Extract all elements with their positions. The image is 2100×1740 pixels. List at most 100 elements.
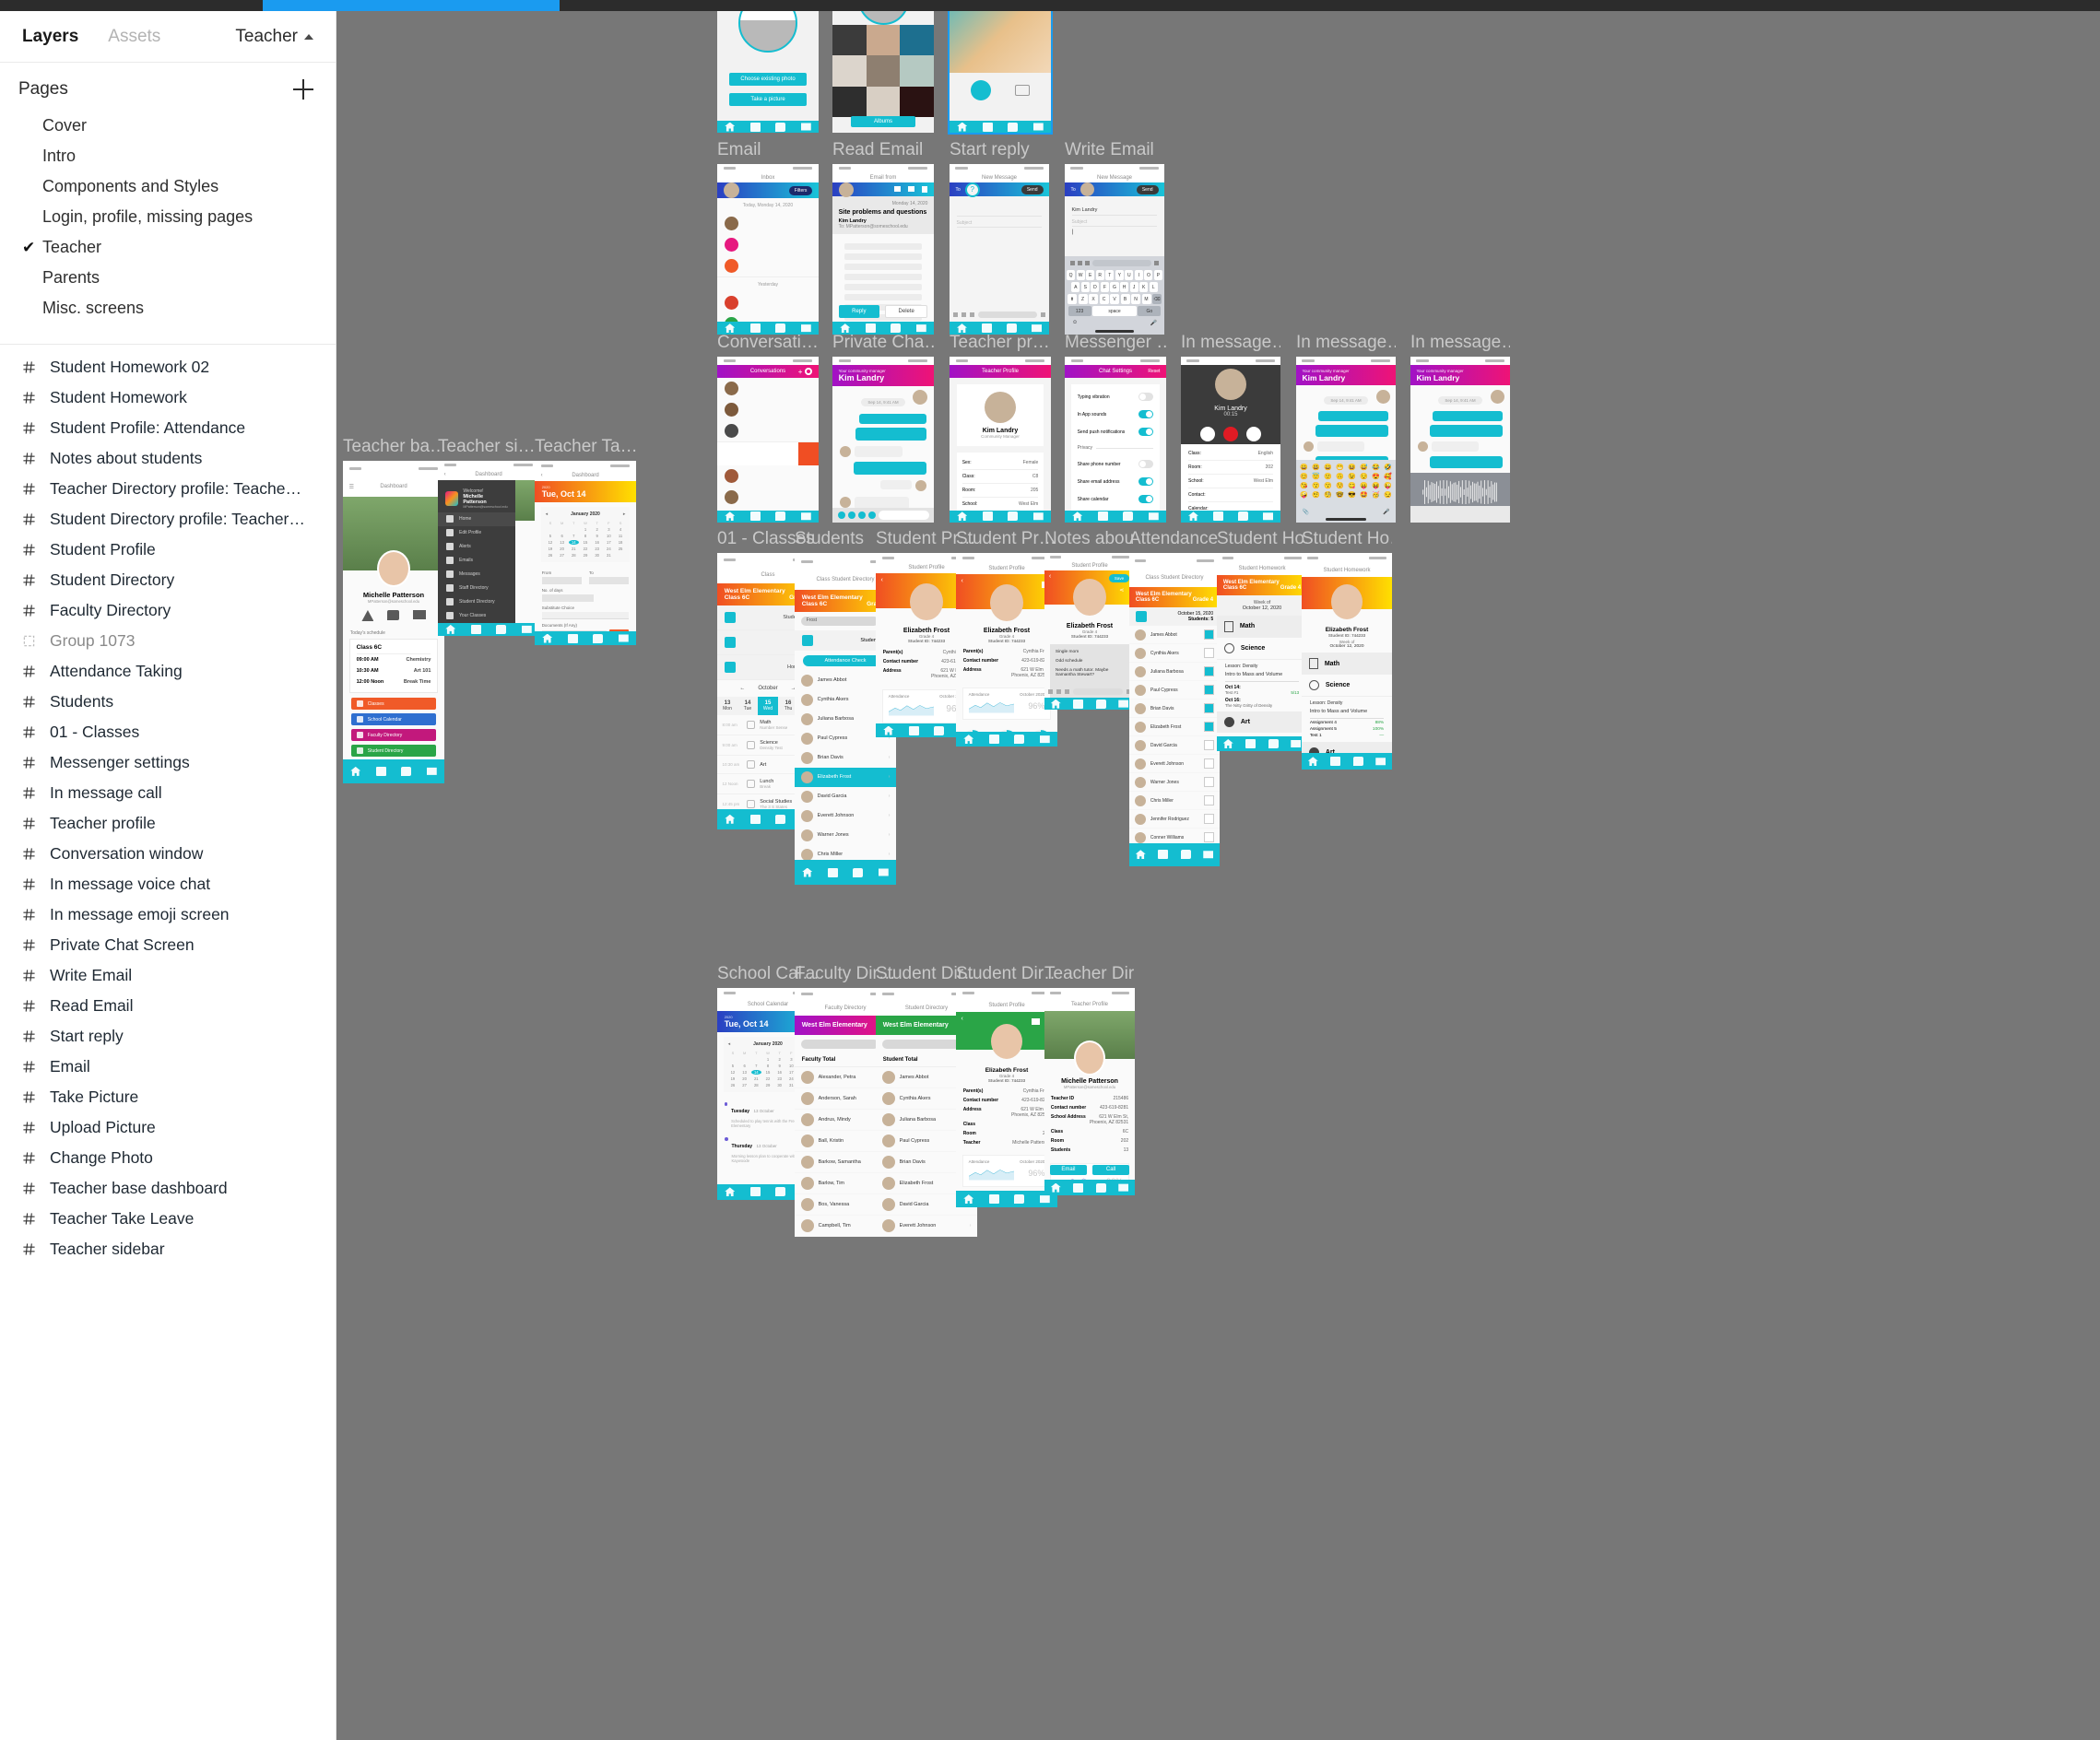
from-field[interactable] xyxy=(541,577,582,584)
albums-button[interactable]: Albums xyxy=(850,116,916,127)
emoji-icon[interactable] xyxy=(857,511,866,519)
mail-icon[interactable] xyxy=(1032,512,1044,521)
home-icon[interactable] xyxy=(1050,1182,1061,1193)
subject-field[interactable]: Subject xyxy=(956,217,1043,229)
toggle-switch[interactable] xyxy=(1138,477,1154,487)
emoji-keyboard[interactable]: 😀 😃 😄 😁 😆 😅 😂 🤣 😊 😇 🙂 🙃 😉 😌 😍 🥰 😘 😗 😙 😚 😋 😛 😝 😜 🤪 🤨 🧐 🤓 😎 🤩 🥳 😏 📎 🎤 xyxy=(1296,459,1396,523)
frame-student-homework-02[interactable]: Student Ho… Student Homework Elizabeth Fr… xyxy=(1302,529,1392,770)
home-icon[interactable] xyxy=(725,323,736,334)
tab-bar[interactable] xyxy=(343,758,444,783)
layer-item-group-1073[interactable]: Group 1073 xyxy=(0,626,336,656)
attendance-checkbox[interactable] xyxy=(1204,685,1215,696)
mail-icon[interactable] xyxy=(1203,851,1214,859)
frame-label[interactable]: Teacher Ta… xyxy=(535,437,636,457)
camera-icon[interactable] xyxy=(971,79,991,100)
student-row[interactable]: Warner Jones › xyxy=(795,826,896,845)
chat-icon[interactable] xyxy=(401,766,412,776)
calendar-icon[interactable] xyxy=(1073,699,1084,709)
chat-icon[interactable] xyxy=(1008,511,1019,522)
layer-item-student-homework[interactable]: Student Homework xyxy=(0,382,336,413)
home-icon[interactable] xyxy=(1050,699,1061,709)
tab-bar[interactable] xyxy=(717,510,819,523)
calendar-day[interactable] xyxy=(728,1057,738,1062)
layer-item-student-directory-profile-teacher[interactable]: Student Directory profile: Teacher… xyxy=(0,504,336,535)
key-D[interactable]: D xyxy=(1091,282,1100,292)
key-Y[interactable]: Y xyxy=(1115,270,1124,280)
plus-icon[interactable] xyxy=(291,77,315,101)
calendar-icon[interactable] xyxy=(982,323,992,334)
home-icon[interactable] xyxy=(1135,850,1146,860)
calendar-day[interactable]: 16 xyxy=(774,1070,785,1075)
layer-item-in-message-call[interactable]: In message call xyxy=(0,778,336,808)
tab-bar[interactable] xyxy=(1044,1180,1135,1195)
trash-icon[interactable] xyxy=(922,186,928,194)
calendar-day[interactable]: 13 xyxy=(739,1070,749,1075)
layer-item-01-classes[interactable]: 01 - Classes xyxy=(0,717,336,747)
calendar-day[interactable] xyxy=(751,1057,761,1062)
calendar-day[interactable]: 15 xyxy=(763,1070,773,1075)
chat-icon[interactable] xyxy=(1014,1194,1025,1205)
layer-item-teacher-sidebar[interactable]: Teacher sidebar xyxy=(0,1234,336,1264)
mute-icon[interactable] xyxy=(1246,426,1261,441)
calendar-icon[interactable] xyxy=(988,1194,999,1205)
frame-teacher-base-dashboard[interactable]: Teacher ba… ☰ Dashboard Michelle Patterso… xyxy=(343,437,444,783)
calendar-day[interactable]: 14 xyxy=(568,540,579,545)
frame-teacher-sidebar[interactable]: Teacher si… ‹ Dashboard Welcome! Michelle… xyxy=(438,437,539,636)
calendar-day[interactable]: 30 xyxy=(774,1083,785,1088)
calendar-day[interactable]: 23 xyxy=(592,547,602,551)
key-P[interactable]: P xyxy=(1153,270,1162,280)
key-T[interactable]: T xyxy=(1105,270,1115,280)
layer-item-faculty-directory[interactable]: Faculty Directory xyxy=(0,595,336,626)
send-button[interactable]: Send xyxy=(1021,184,1044,194)
save-button[interactable]: Save xyxy=(1108,574,1130,583)
prev-month-icon[interactable]: ◂ xyxy=(546,511,549,517)
key-L[interactable]: L xyxy=(1149,282,1158,292)
calendar-day[interactable]: 23 xyxy=(774,1076,785,1081)
calendar-day[interactable]: 21 xyxy=(751,1076,761,1081)
calendar-day[interactable]: 21 xyxy=(569,547,579,551)
chat-icon[interactable] xyxy=(1238,511,1248,522)
calendar-icon[interactable] xyxy=(1073,1182,1084,1193)
gear-icon[interactable] xyxy=(805,368,813,376)
tab-bar[interactable] xyxy=(535,631,636,645)
choose-existing-photo-button[interactable]: Choose existing photo xyxy=(729,72,807,86)
calendar-day[interactable]: 7 xyxy=(751,1064,761,1068)
mail-icon[interactable] xyxy=(1032,324,1042,333)
calendar-day[interactable]: 6 xyxy=(557,534,567,538)
chat-icon[interactable] xyxy=(853,867,864,877)
calendar-icon[interactable] xyxy=(988,735,999,745)
calendar-day[interactable]: 11 xyxy=(616,534,626,538)
camera-icon[interactable] xyxy=(847,511,855,519)
calendar-day[interactable]: 26 xyxy=(728,1083,738,1088)
frame-student-homework[interactable]: Student Ho… Student Homework West Elm Ele… xyxy=(1217,529,1307,751)
layer-item-attendance-taking[interactable]: Attendance Taking xyxy=(0,656,336,687)
chat-icon[interactable] xyxy=(1008,122,1019,132)
mail-icon[interactable] xyxy=(1118,1183,1129,1192)
frame-write-email[interactable]: Write Email New Message To Send Kim Landr… xyxy=(1065,140,1164,335)
calendar-day[interactable]: 8 xyxy=(763,1064,773,1068)
key-123[interactable]: 123 xyxy=(1068,306,1091,316)
tab-bar[interactable] xyxy=(1302,753,1392,770)
page-item-cover[interactable]: Cover xyxy=(0,111,336,141)
mic-icon[interactable] xyxy=(867,511,876,519)
key-V[interactable]: V xyxy=(1110,294,1119,304)
sidebar-item-messages[interactable]: Messages xyxy=(438,568,515,582)
sidebar-item-edit-profile[interactable]: Edit Profile xyxy=(438,526,515,540)
frame-student-directory-profile[interactable]: Student Dir… Student Profile ‹ ☆ Elizabet… xyxy=(956,964,1057,1207)
list-item[interactable] xyxy=(717,213,819,234)
take-picture-button[interactable]: Take a picture xyxy=(729,92,807,106)
layer-item-student-directory[interactable]: Student Directory xyxy=(0,565,336,595)
home-icon[interactable] xyxy=(883,725,894,735)
mail-icon[interactable] xyxy=(1263,512,1273,521)
back-icon[interactable]: ‹ xyxy=(962,578,963,584)
home-icon[interactable] xyxy=(350,766,361,776)
layer-item-start-reply[interactable]: Start reply xyxy=(0,1021,336,1052)
frame-label[interactable]: Conversati… xyxy=(717,333,819,353)
student-row[interactable]: Elizabeth Frost › xyxy=(795,767,896,787)
calendar-day[interactable]: 12 xyxy=(546,540,556,545)
calendar-icon[interactable] xyxy=(749,814,761,824)
attendance-checkbox[interactable] xyxy=(1204,814,1215,825)
layer-item-email[interactable]: Email xyxy=(0,1052,336,1082)
frame-private-chat-screen[interactable]: Private Cha… Your community manager Kim … xyxy=(832,333,934,523)
toggle-switch[interactable] xyxy=(1138,460,1154,469)
